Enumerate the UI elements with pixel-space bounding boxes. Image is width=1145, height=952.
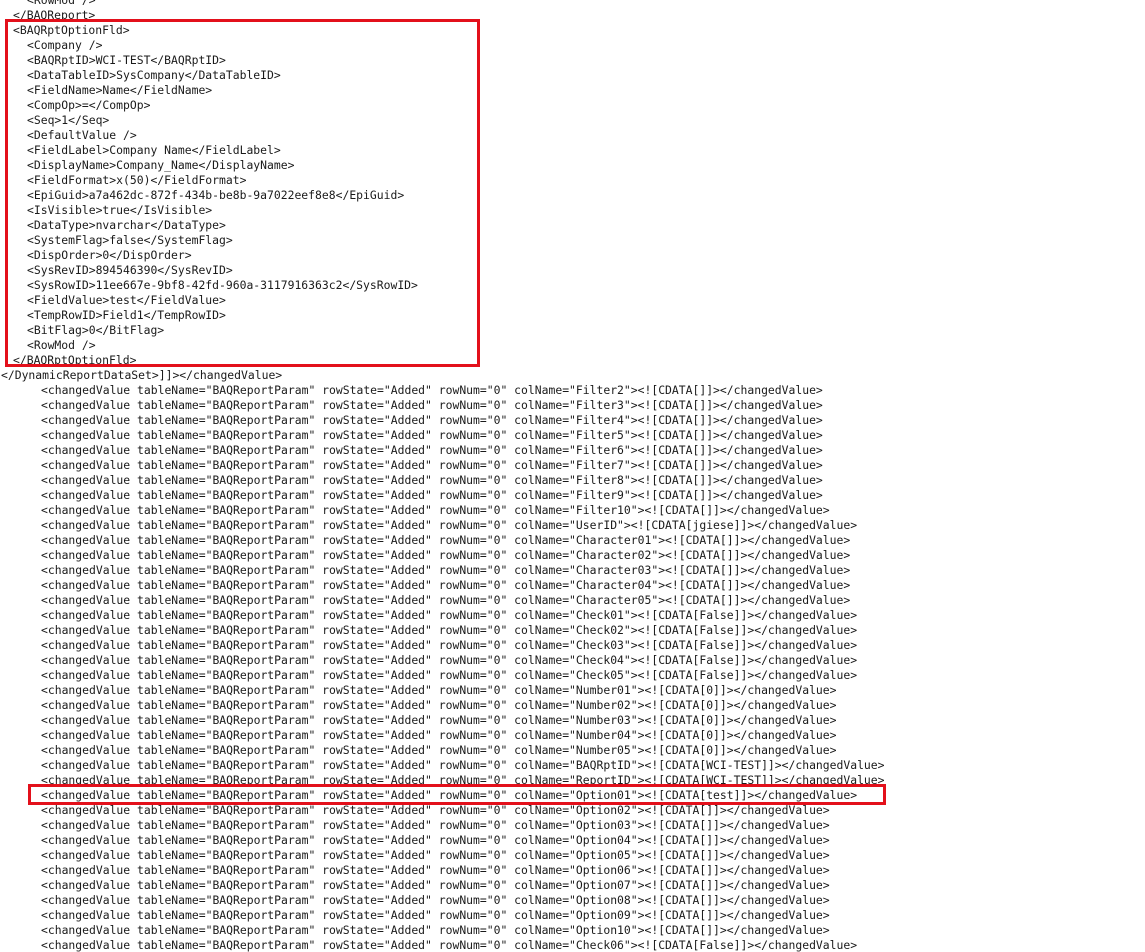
code-line: <changedValue tableName="BAQReportParam"… <box>41 638 858 652</box>
code-line: <changedValue tableName="BAQReportParam"… <box>41 758 885 772</box>
code-line: <RowMod /> <box>27 0 96 7</box>
code-line: <changedValue tableName="BAQReportParam"… <box>41 488 823 502</box>
code-line: <changedValue tableName="BAQReportParam"… <box>41 728 837 742</box>
code-line: <changedValue tableName="BAQReportParam"… <box>41 938 858 952</box>
code-line: <TempRowID>Field1</TempRowID> <box>27 308 226 322</box>
code-line: <changedValue tableName="BAQReportParam"… <box>41 863 830 877</box>
code-line: <SysRowID>11ee667e-9bf8-42fd-960a-311791… <box>27 278 418 292</box>
code-line: <changedValue tableName="BAQReportParam"… <box>41 383 823 397</box>
code-line: <Seq>1</Seq> <box>27 113 110 127</box>
code-line: <changedValue tableName="BAQReportParam"… <box>41 608 858 622</box>
code-line: <changedValue tableName="BAQReportParam"… <box>41 398 823 412</box>
code-line: <BAQRptID>WCI-TEST</BAQRptID> <box>27 53 226 67</box>
code-line: <FieldValue>test</FieldValue> <box>27 293 226 307</box>
code-line: <BitFlag>0</BitFlag> <box>27 323 165 337</box>
code-line: <FieldName>Name</FieldName> <box>27 83 213 97</box>
code-line: <changedValue tableName="BAQReportParam"… <box>41 533 851 547</box>
code-line: <changedValue tableName="BAQReportParam"… <box>41 518 858 532</box>
code-line: <DataTableID>SysCompany</DataTableID> <box>27 68 281 82</box>
code-line: <changedValue tableName="BAQReportParam"… <box>41 923 830 937</box>
code-line: <changedValue tableName="BAQReportParam"… <box>41 623 858 637</box>
code-line: <changedValue tableName="BAQReportParam"… <box>41 833 830 847</box>
code-line: <changedValue tableName="BAQReportParam"… <box>41 698 837 712</box>
code-line: <changedValue tableName="BAQReportParam"… <box>41 473 823 487</box>
code-line: </BAQRptOptionFld> <box>13 353 137 367</box>
code-line: <changedValue tableName="BAQReportParam"… <box>41 503 830 517</box>
code-line: <changedValue tableName="BAQReportParam"… <box>41 743 837 757</box>
code-line: <changedValue tableName="BAQReportParam"… <box>41 593 851 607</box>
code-line: <Company /> <box>27 38 103 52</box>
code-line: <changedValue tableName="BAQReportParam"… <box>41 803 830 817</box>
code-line: <DispOrder>0</DispOrder> <box>27 248 192 262</box>
code-line: <changedValue tableName="BAQReportParam"… <box>41 668 858 682</box>
code-line: <changedValue tableName="BAQReportParam"… <box>41 563 851 577</box>
code-line: <DataType>nvarchar</DataType> <box>27 218 226 232</box>
code-line: <changedValue tableName="BAQReportParam"… <box>41 458 823 472</box>
code-line: <FieldFormat>x(50)</FieldFormat> <box>27 173 247 187</box>
code-line: <changedValue tableName="BAQReportParam"… <box>41 443 823 457</box>
code-line: <changedValue tableName="BAQReportParam"… <box>41 818 830 832</box>
code-line: <DefaultValue /> <box>27 128 137 142</box>
code-line: <BAQRptOptionFld> <box>13 23 130 37</box>
code-line: <changedValue tableName="BAQReportParam"… <box>41 428 823 442</box>
code-line: <CompOp>=</CompOp> <box>27 98 151 112</box>
code-line: <DisplayName>Company_Name</DisplayName> <box>27 158 295 172</box>
code-line: </DynamicReportDataSet>]]></changedValue… <box>1 368 283 382</box>
code-line: <changedValue tableName="BAQReportParam"… <box>41 848 830 862</box>
code-line: <changedValue tableName="BAQReportParam"… <box>41 578 851 592</box>
code-line: <changedValue tableName="BAQReportParam"… <box>41 908 830 922</box>
code-line: <changedValue tableName="BAQReportParam"… <box>41 653 858 667</box>
code-line: <changedValue tableName="BAQReportParam"… <box>41 713 837 727</box>
code-line: <EpiGuid>a7a462dc-872f-434b-be8b-9a7022e… <box>27 188 405 202</box>
xml-source-view: <RowMod /> </BAQReport> <BAQRptOptionFld> <… <box>0 0 1145 952</box>
code-line: <FieldLabel>Company Name</FieldLabel> <box>27 143 281 157</box>
code-line: <changedValue tableName="BAQReportParam"… <box>41 788 858 802</box>
code-line: <changedValue tableName="BAQReportParam"… <box>41 548 851 562</box>
code-line: <changedValue tableName="BAQReportParam"… <box>41 413 823 427</box>
code-line: <changedValue tableName="BAQReportParam"… <box>41 878 830 892</box>
code-line: <changedValue tableName="BAQReportParam"… <box>41 683 837 697</box>
code-line: <RowMod /> <box>27 338 96 352</box>
code-line: </BAQReport> <box>13 8 96 22</box>
code-line: <SysRevID>894546390</SysRevID> <box>27 263 233 277</box>
code-line: <IsVisible>true</IsVisible> <box>27 203 213 217</box>
code-line: <SystemFlag>false</SystemFlag> <box>27 233 233 247</box>
code-line: <changedValue tableName="BAQReportParam"… <box>41 773 885 787</box>
code-line: <changedValue tableName="BAQReportParam"… <box>41 893 830 907</box>
